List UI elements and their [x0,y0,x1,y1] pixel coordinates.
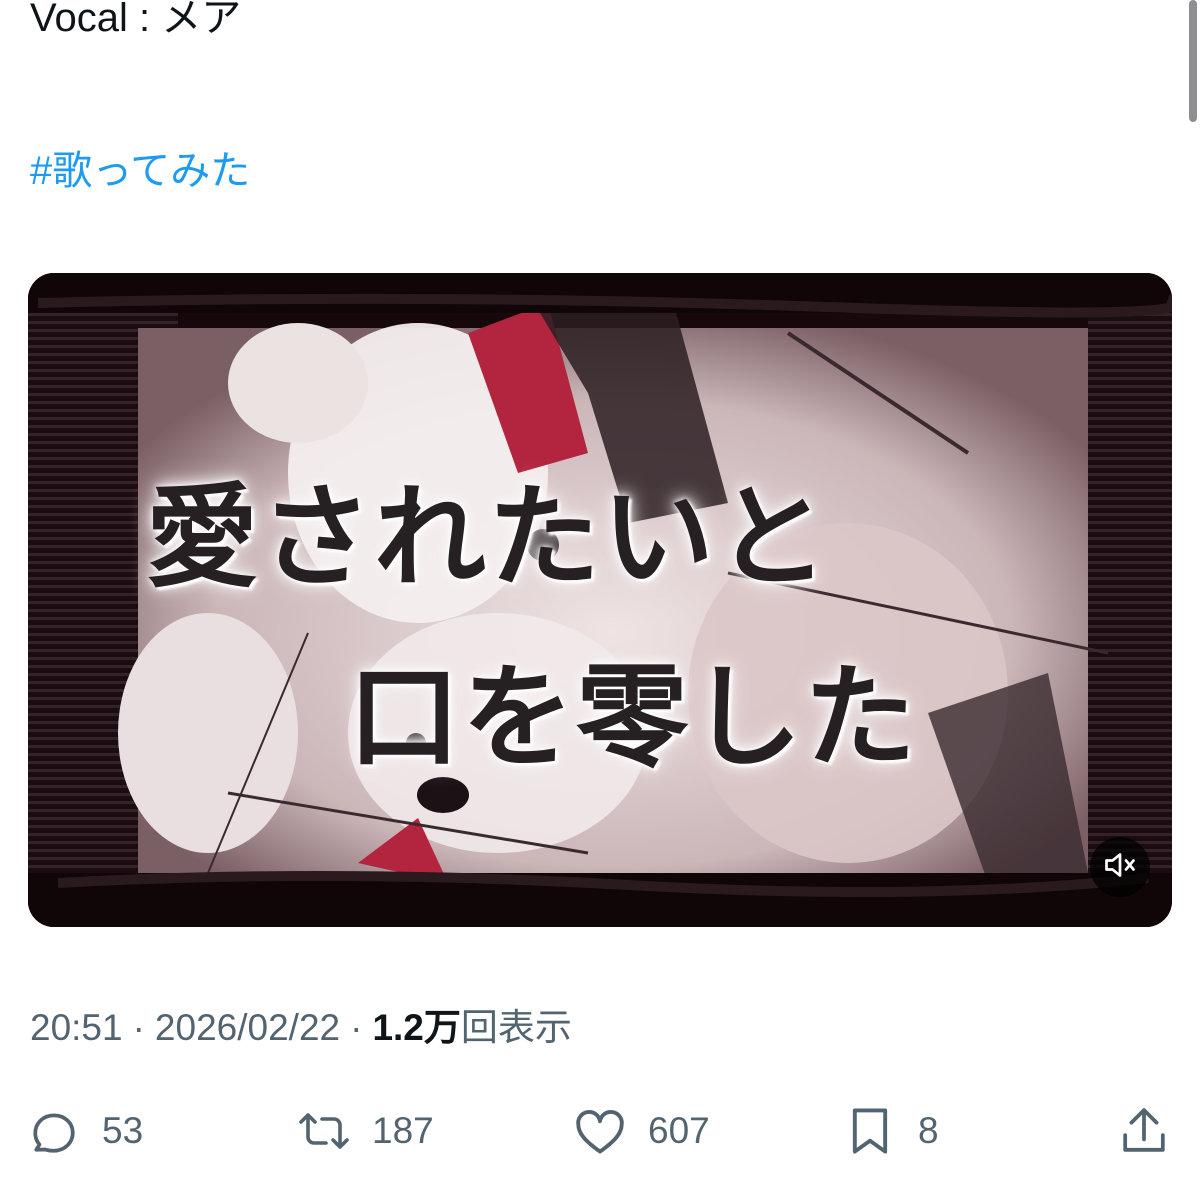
reply-count: 53 [102,1110,144,1151]
video-lyric-line-2: 口を零した [348,652,918,783]
bookmark-count: 8 [918,1110,939,1151]
video-lyric-line-1: 愛されたいと [146,472,830,603]
meta-separator: · [132,1007,145,1048]
views-label: 回表示 [460,1007,572,1048]
meta-separator: · [350,1007,363,1048]
views-count: 1.2万 [372,1007,461,1048]
heart-icon [574,1105,626,1157]
tweet-actions-bar: 53 187 607 8 [0,1096,1200,1166]
share-icon [1118,1105,1170,1157]
video-player[interactable]: 愛されたいと 口を零した [28,273,1172,927]
tweet-text-vocal: Vocal : メア [30,0,242,40]
speaker-muted-icon [1102,847,1138,888]
retweet-button[interactable]: 187 [298,1096,434,1166]
share-button[interactable] [1118,1096,1170,1166]
hashtag-link[interactable]: #歌ってみた [30,143,250,199]
bookmark-button[interactable]: 8 [844,1096,939,1166]
retweet-count: 187 [372,1110,434,1151]
tweet-meta: 20:51 · 2026/02/22 · 1.2万回表示 [30,1004,572,1052]
like-button[interactable]: 607 [574,1096,710,1166]
tweet-time[interactable]: 20:51 [30,1007,123,1048]
bookmark-icon [844,1105,896,1157]
retweet-icon [298,1105,350,1157]
page-scrollbar[interactable] [1189,0,1197,122]
like-count: 607 [648,1110,710,1151]
unmute-button[interactable] [1090,837,1150,897]
reply-icon [28,1105,80,1157]
reply-button[interactable]: 53 [28,1096,143,1166]
tweet-date[interactable]: 2026/02/22 [155,1007,340,1048]
